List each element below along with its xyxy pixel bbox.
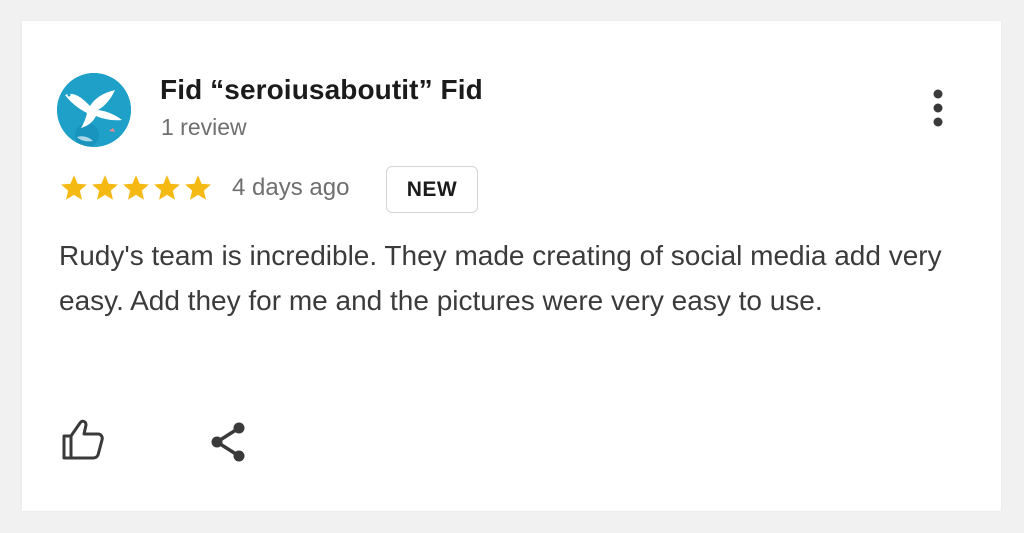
star-icon	[59, 173, 89, 205]
review-count: 1 review	[161, 114, 247, 140]
more-vert-icon	[933, 89, 943, 127]
share-button[interactable]	[205, 419, 251, 465]
more-options-button[interactable]	[918, 87, 958, 131]
like-button[interactable]	[60, 417, 106, 463]
star-icon	[121, 173, 151, 205]
bird-logo-icon	[57, 73, 131, 147]
star-icon	[90, 173, 120, 205]
share-icon	[211, 422, 245, 462]
review-date: 4 days ago	[232, 174, 350, 201]
thumbs-up-icon	[62, 419, 104, 460]
author-name[interactable]: Fid “seroiusaboutit” Fid	[160, 74, 483, 106]
star-rating	[59, 173, 213, 205]
new-badge: NEW	[386, 166, 478, 213]
review-text: Rudy's team is incredible. They made cre…	[59, 240, 942, 316]
avatar[interactable]	[57, 73, 131, 147]
star-icon	[152, 173, 182, 205]
star-icon	[183, 173, 213, 205]
review-card: Fid “seroiusaboutit” Fid 1 review 4 days…	[22, 21, 1001, 511]
